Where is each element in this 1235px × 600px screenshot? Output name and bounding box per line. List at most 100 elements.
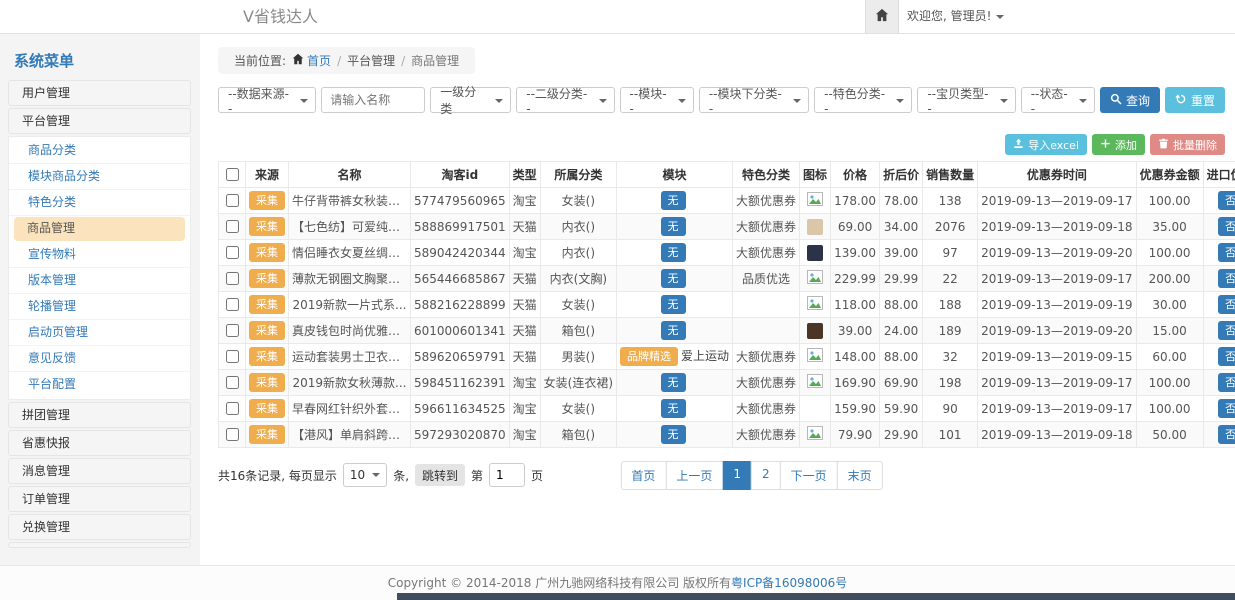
import-select-badge[interactable]: 否 (1218, 399, 1235, 418)
import-select-badge[interactable]: 否 (1218, 295, 1235, 314)
sales-count: 101 (923, 422, 978, 448)
page-button-5[interactable]: 末页 (837, 461, 883, 490)
filter-select-feature-category[interactable]: --特色分类-- (814, 87, 912, 113)
import-select-badge[interactable]: 否 (1218, 269, 1235, 288)
coupon-time: 2019-09-13—2019-09-18 (978, 214, 1136, 240)
coupon-amount: 15.00 (1136, 318, 1203, 344)
product-icon (800, 240, 831, 266)
select-value: --宝贝类型-- (927, 85, 992, 116)
import-select-badge[interactable]: 否 (1218, 191, 1235, 210)
price: 229.99 (831, 266, 880, 292)
row-checkbox[interactable] (226, 324, 239, 337)
column-header-2: 淘客id (411, 162, 510, 188)
filter-select-data-source[interactable]: --数据来源-- (218, 87, 316, 113)
import-select-badge[interactable]: 否 (1218, 425, 1235, 444)
user-menu[interactable]: 欢迎您, 管理员! (907, 0, 1004, 33)
column-header-10: 销售数量 (923, 162, 978, 188)
page-button-4[interactable]: 下一页 (780, 461, 838, 490)
product-category: 女装() (540, 292, 616, 318)
breadcrumb-home-link[interactable]: 首页 (292, 52, 331, 69)
sidebar-group-13[interactable]: 省惠快报 (8, 430, 191, 456)
import-excel-button[interactable]: 导入excel (1005, 134, 1087, 155)
page-button-3[interactable]: 2 (751, 461, 781, 490)
module-badge: 无 (661, 269, 686, 288)
row-checkbox[interactable] (226, 402, 239, 415)
product-thumbnail (807, 323, 823, 339)
row-checkbox[interactable] (226, 428, 239, 441)
import-select-badge[interactable]: 否 (1218, 373, 1235, 392)
sidebar-group-16[interactable]: 兑换管理 (8, 514, 191, 540)
product-category: 内衣(文胸) (540, 266, 616, 292)
column-header-0: 来源 (246, 162, 289, 188)
row-checkbox[interactable] (226, 298, 239, 311)
product-icon (800, 396, 831, 422)
row-checkbox[interactable] (226, 194, 239, 207)
search-button[interactable]: 查询 (1100, 87, 1160, 113)
row-checkbox[interactable] (226, 350, 239, 363)
taoke-id: 596611634525 (411, 396, 510, 422)
sidebar-item-9[interactable]: 启动页管理 (9, 320, 190, 346)
select-all-checkbox[interactable] (226, 168, 239, 181)
per-page-select[interactable]: 10 (343, 463, 387, 487)
page-button-2[interactable]: 1 (722, 461, 752, 490)
row-checkbox[interactable] (226, 246, 239, 259)
sidebar-item-6[interactable]: 宣传物料 (9, 242, 190, 268)
sidebar-item-11[interactable]: 平台配置 (9, 372, 190, 398)
batch-delete-button[interactable]: 批量删除 (1150, 134, 1225, 155)
discount-price: 69.90 (880, 370, 923, 396)
sidebar-item-4[interactable]: 特色分类 (9, 190, 190, 216)
name-input[interactable] (321, 87, 425, 113)
sales-count: 2076 (923, 214, 978, 240)
row-checkbox[interactable] (226, 272, 239, 285)
product-category: 女装() (540, 396, 616, 422)
sidebar-item-8[interactable]: 轮播管理 (9, 294, 190, 320)
main-content: 当前位置: 首页 / 平台管理 / 商品管理 --数据来源-- 一级分类--二级… (218, 47, 1225, 490)
sidebar-item-2[interactable]: 商品分类 (9, 138, 190, 164)
product-thumbnail (807, 245, 823, 261)
add-button[interactable]: 添加 (1092, 134, 1145, 155)
product-icon (800, 422, 831, 448)
table-row: 采集 运动套装男士卫衣初秋... 589620659791 天猫 男装() 品牌… (219, 344, 1235, 370)
price: 39.00 (831, 318, 880, 344)
price: 139.00 (831, 240, 880, 266)
sidebar-group-12[interactable]: 拼团管理 (8, 402, 191, 428)
filter-select-goods-type[interactable]: --宝贝类型-- (917, 87, 1015, 113)
icp-link[interactable]: 粤ICP备16098006号 (731, 576, 847, 590)
sidebar-item-7[interactable]: 版本管理 (9, 268, 190, 294)
sidebar-group-1[interactable]: 平台管理 (8, 108, 191, 134)
jump-button[interactable]: 跳转到 (415, 464, 465, 486)
product-name: 真皮钱包时尚优雅女士... (289, 318, 411, 344)
page-number-input[interactable] (489, 463, 525, 487)
filter-select-module[interactable]: --模块-- (620, 87, 694, 113)
image-placeholder-icon (807, 378, 823, 392)
home-button[interactable] (865, 0, 899, 33)
table-row: 采集 情侣睡衣女夏丝绸男士... 589042420344 淘宝 内衣() 无 … (219, 240, 1235, 266)
page-button-1[interactable]: 上一页 (665, 461, 723, 490)
module-badge: 无 (661, 191, 686, 210)
feature-category: 大额优惠券 (733, 370, 800, 396)
import-select-badge[interactable]: 否 (1218, 217, 1235, 236)
sidebar-item-10[interactable]: 意见反馈 (9, 346, 190, 372)
source-badge: 采集 (249, 217, 285, 236)
sidebar-item-3[interactable]: 模块商品分类 (9, 164, 190, 190)
filter-select-level1-category[interactable]: 一级分类 (430, 87, 511, 113)
sales-count: 198 (923, 370, 978, 396)
filter-select-module-sub-category[interactable]: --模块下分类-- (699, 87, 809, 113)
filter-select-status[interactable]: --状态-- (1021, 87, 1095, 113)
image-placeholder-icon (807, 274, 823, 288)
filter-select-level2-category[interactable]: --二级分类-- (516, 87, 614, 113)
row-checkbox[interactable] (226, 220, 239, 233)
page-button-0[interactable]: 首页 (620, 461, 666, 490)
sidebar-group-15[interactable]: 订单管理 (8, 486, 191, 512)
source-badge: 采集 (249, 425, 285, 444)
row-checkbox[interactable] (226, 376, 239, 389)
import-select-badge[interactable]: 否 (1218, 321, 1235, 340)
sidebar-group-0[interactable]: 用户管理 (8, 80, 191, 106)
import-select-badge[interactable]: 否 (1218, 243, 1235, 262)
product-icon (800, 370, 831, 396)
sidebar-group-14[interactable]: 消息管理 (8, 458, 191, 484)
reset-button[interactable]: 重置 (1165, 87, 1225, 113)
sidebar-item-5[interactable]: 商品管理 (14, 217, 185, 241)
import-select-badge[interactable]: 否 (1218, 347, 1235, 366)
sidebar-group-17[interactable]: 结算管理 (8, 542, 191, 548)
